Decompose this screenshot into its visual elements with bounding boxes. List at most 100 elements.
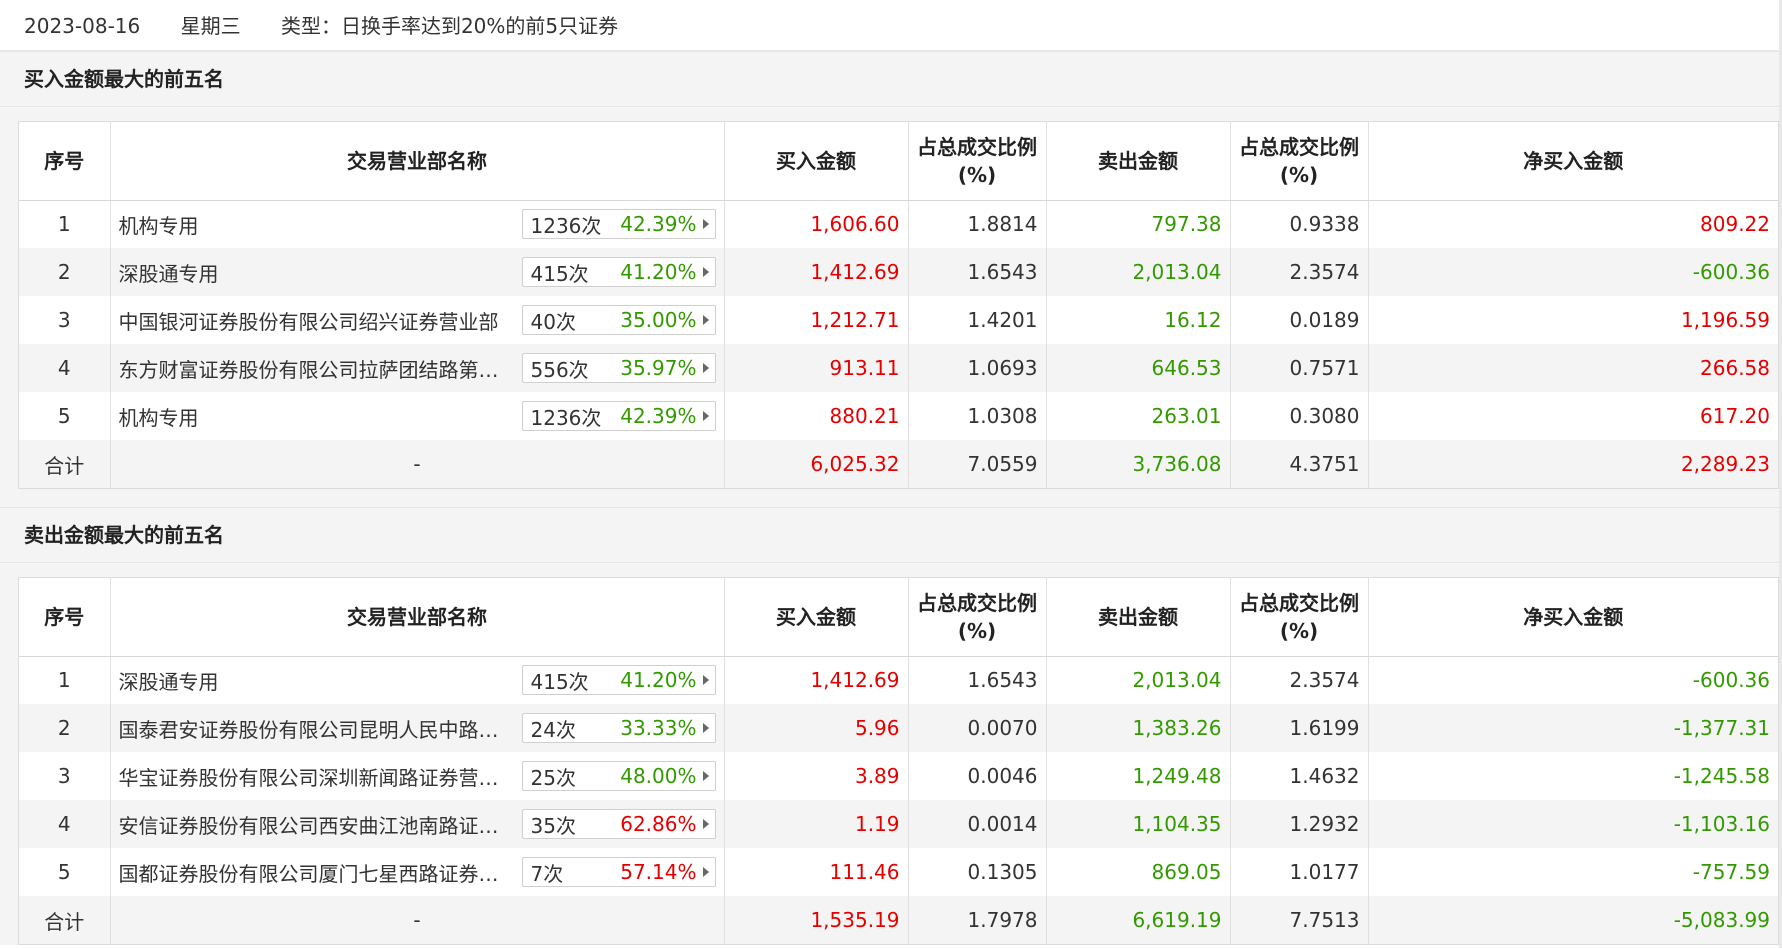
total-buy-amount: 6,025.32 — [724, 440, 909, 488]
broker-name-link[interactable]: 安信证券股份有限公司西安曲江池南路证券营业部 — [119, 810, 516, 839]
sell-ratio: 1.6199 — [1230, 704, 1369, 752]
broker-cell-inner: 中国银河证券股份有限公司绍兴证券营业部 40次 35.00% — [119, 305, 716, 335]
total-net-amount: 2,289.23 — [1680, 452, 1770, 476]
total-buy-ratio: 7.0559 — [908, 440, 1047, 488]
sell-ratio: 0.3080 — [1230, 392, 1369, 440]
col-header-buy[interactable]: 买入金额 — [724, 122, 909, 201]
sell-amount: 16.12 — [1046, 296, 1231, 344]
sell-ratio: 2.3574 — [1230, 656, 1369, 704]
rise-probability: 33.33% — [620, 716, 697, 740]
net-buy-amount: -600.36 — [1692, 668, 1770, 693]
broker-cell-inner: 深股通专用 415次 41.20% — [119, 665, 716, 696]
buy-ratio: 1.0693 — [908, 344, 1047, 392]
broker-stats-button[interactable]: 1236次 42.39% — [521, 209, 716, 240]
buy-ratio: 1.8814 — [908, 200, 1047, 248]
appearance-count: 40次 — [530, 309, 576, 334]
buy-ratio: 1.4201 — [908, 296, 1047, 344]
broker-name-link[interactable]: 深股通专用 — [119, 258, 516, 287]
broker-stats-button[interactable]: 1236次 42.39% — [521, 401, 716, 431]
sell-amount: 797.38 — [1046, 200, 1231, 248]
broker-name-link[interactable]: 中国银河证券股份有限公司绍兴证券营业部 — [119, 306, 516, 335]
caret-right-icon — [702, 267, 709, 277]
broker-stats-button[interactable]: 415次 41.20% — [521, 257, 716, 287]
net-buy-amount: 1,196.59 — [1680, 308, 1770, 332]
col-header-sell[interactable]: 卖出金额 — [1046, 578, 1231, 657]
col-header-sell-ratio[interactable]: 占总成交比例(%) — [1230, 578, 1369, 657]
col-header-name[interactable]: 交易营业部名称 — [110, 578, 725, 657]
broker-stats-button[interactable]: 556次 35.97% — [521, 353, 716, 383]
appearance-count: 415次 — [530, 261, 589, 286]
row-number: 5 — [19, 848, 111, 896]
row-number: 4 — [19, 800, 111, 848]
buy-amount: 1.19 — [724, 800, 909, 848]
row-number: 5 — [19, 392, 111, 440]
broker-name-link[interactable]: 机构专用 — [119, 210, 516, 239]
col-header-sell-ratio[interactable]: 占总成交比例(%) — [1230, 122, 1369, 201]
buy-ratio: 1.6543 — [908, 656, 1047, 704]
row-number: 3 — [19, 296, 111, 344]
sell-amount: 1,104.35 — [1046, 800, 1231, 848]
col-header-name[interactable]: 交易营业部名称 — [110, 122, 725, 201]
buy-table: 序号 交易营业部名称 买入金额 占总成交比例(%) 卖出金额 占总成交比例(%)… — [19, 122, 1778, 488]
sell-table: 序号 交易营业部名称 买入金额 占总成交比例(%) 卖出金额 占总成交比例(%)… — [19, 578, 1778, 944]
col-header-buy-ratio[interactable]: 占总成交比例(%) — [908, 122, 1047, 201]
caret-right-icon — [702, 723, 709, 733]
broker-cell: 深股通专用 415次 41.20% — [110, 248, 725, 296]
sell-section-title: 卖出金额最大的前五名 — [0, 507, 1782, 563]
buy-amount: 880.21 — [724, 392, 909, 440]
appearance-count: 24次 — [530, 717, 576, 742]
sell-table-wrap: 序号 交易营业部名称 买入金额 占总成交比例(%) 卖出金额 占总成交比例(%)… — [18, 577, 1779, 945]
broker-cell-inner: 华宝证券股份有限公司深圳新闻路证券营业部 25次 48.00% — [119, 761, 716, 791]
buy-table-wrap: 序号 交易营业部名称 买入金额 占总成交比例(%) 卖出金额 占总成交比例(%)… — [18, 121, 1779, 489]
buy-amount: 3.89 — [724, 752, 909, 800]
broker-cell-inner: 东方财富证券股份有限公司拉萨团结路第一证券营业部 556次 35.97% — [119, 353, 716, 383]
sell-amount: 2,013.04 — [1046, 656, 1231, 704]
broker-name-link[interactable]: 深股通专用 — [119, 666, 516, 695]
broker-stats-button[interactable]: 25次 48.00% — [521, 761, 716, 791]
broker-cell: 中国银河证券股份有限公司绍兴证券营业部 40次 35.00% — [110, 296, 725, 344]
broker-stats-button[interactable]: 7次 57.14% — [521, 857, 716, 887]
broker-name-link[interactable]: 国都证券股份有限公司厦门七星西路证券营业部 — [119, 858, 516, 887]
table-row: 2 深股通专用 415次 41.20% 1,412.69 1.6543 2,013.04 2.… — [19, 248, 1778, 296]
broker-stats-button[interactable]: 40次 35.00% — [521, 305, 716, 335]
col-header-net[interactable]: 净买入金额 — [1368, 578, 1778, 657]
broker-name-link[interactable]: 国泰君安证券股份有限公司昆明人民中路证券营业部 — [119, 714, 516, 743]
col-header-buy-ratio[interactable]: 占总成交比例(%) — [908, 578, 1047, 657]
broker-cell-inner: 机构专用 1236次 42.39% — [119, 209, 716, 240]
page: 2023-08-16 星期三 类型：日换手率达到20%的前5只证券 买入金额最大… — [0, 0, 1782, 948]
broker-name-link[interactable]: 华宝证券股份有限公司深圳新闻路证券营业部 — [119, 762, 516, 791]
sell-ratio: 2.3574 — [1230, 248, 1369, 296]
broker-cell: 国都证券股份有限公司厦门七星西路证券营业部 7次 57.14% — [110, 848, 725, 896]
total-buy-amount: 1,535.19 — [724, 896, 909, 944]
rise-probability: 41.20% — [620, 260, 697, 284]
total-sell-ratio: 7.7513 — [1230, 896, 1369, 944]
broker-name-link[interactable]: 东方财富证券股份有限公司拉萨团结路第一证券营业部 — [119, 354, 516, 383]
broker-stats-button[interactable]: 415次 41.20% — [521, 665, 716, 696]
col-header-buy[interactable]: 买入金额 — [724, 578, 909, 657]
buy-amount: 1,412.69 — [724, 656, 909, 704]
col-header-no[interactable]: 序号 — [19, 122, 111, 201]
appearance-count: 556次 — [530, 357, 589, 382]
col-header-sell[interactable]: 卖出金额 — [1046, 122, 1231, 201]
broker-name-link[interactable]: 机构专用 — [119, 402, 516, 431]
net-buy-amount: 617.20 — [1700, 404, 1770, 428]
appearance-count: 415次 — [530, 669, 589, 694]
caret-right-icon — [702, 771, 709, 781]
total-sell-amount: 6,619.19 — [1046, 896, 1231, 944]
net-buy-amount: -1,103.16 — [1673, 812, 1770, 836]
total-sell-amount: 3,736.08 — [1046, 440, 1231, 488]
broker-stats-button[interactable]: 35次 62.86% — [521, 809, 716, 839]
table-row: 3 中国银河证券股份有限公司绍兴证券营业部 40次 35.00% 1,212.71 1.4… — [19, 296, 1778, 344]
rise-probability: 35.00% — [620, 308, 697, 332]
buy-ratio: 0.0046 — [908, 752, 1047, 800]
col-header-net[interactable]: 净买入金额 — [1368, 122, 1778, 201]
appearance-count: 1236次 — [530, 213, 602, 238]
buy-amount: 1,412.69 — [724, 248, 909, 296]
trade-date: 2023-08-16 — [24, 14, 141, 38]
sell-amount: 869.05 — [1046, 848, 1231, 896]
total-net-amount: -5,083.99 — [1673, 908, 1770, 932]
col-header-no[interactable]: 序号 — [19, 578, 111, 657]
broker-stats-button[interactable]: 24次 33.33% — [521, 713, 716, 743]
rise-probability: 35.97% — [620, 356, 697, 380]
buy-ratio: 0.0070 — [908, 704, 1047, 752]
